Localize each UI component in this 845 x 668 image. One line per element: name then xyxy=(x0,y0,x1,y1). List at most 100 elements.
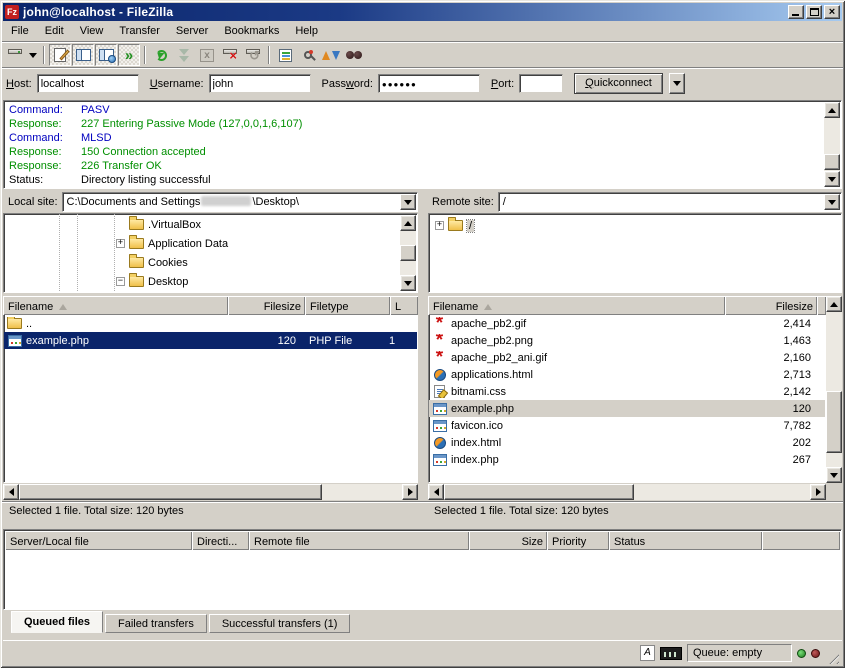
file-row[interactable]: applications.html 2,713 xyxy=(429,366,825,383)
cancel-operation-button[interactable]: x xyxy=(196,44,218,66)
menu-server[interactable]: Server xyxy=(168,23,216,40)
file-row[interactable]: favicon.ico 7,782 xyxy=(429,417,825,434)
column-status[interactable]: Status xyxy=(609,531,762,550)
scroll-left-button[interactable] xyxy=(3,484,19,500)
port-input[interactable] xyxy=(519,74,563,93)
selected-file-row[interactable]: example.php 120 PHP File 1 xyxy=(4,332,417,349)
directory-filters-button[interactable] xyxy=(274,44,296,66)
scroll-down-button[interactable] xyxy=(400,275,416,291)
toggle-message-log-button[interactable] xyxy=(49,44,71,66)
file-row[interactable]: *apache_pb2.gif 2,414 xyxy=(429,315,825,332)
collapse-icon[interactable]: − xyxy=(116,277,125,286)
local-site-dropdown[interactable] xyxy=(400,194,416,210)
scroll-right-button[interactable] xyxy=(402,484,418,500)
local-directory-tree[interactable]: .VirtualBox +Application Data Cookies −D… xyxy=(3,213,418,293)
reconnect-icon: ↺ xyxy=(246,49,260,61)
tree-item-cookies[interactable]: Cookies xyxy=(116,253,188,272)
scroll-thumb[interactable] xyxy=(824,154,840,170)
column-filesize[interactable]: Filesize xyxy=(228,296,305,315)
tab-failed-transfers[interactable]: Failed transfers xyxy=(105,614,207,633)
password-input[interactable] xyxy=(378,74,480,93)
file-row[interactable]: index.html 202 xyxy=(429,434,825,451)
log-scrollbar[interactable] xyxy=(824,102,840,187)
updir-row[interactable]: .. xyxy=(4,315,417,332)
toggle-queue-button[interactable]: » xyxy=(118,44,140,66)
scroll-down-button[interactable] xyxy=(826,467,842,483)
site-manager-dropdown[interactable] xyxy=(27,44,39,66)
toggle-local-tree-button[interactable] xyxy=(72,44,94,66)
column-filename[interactable]: Filename xyxy=(3,296,228,315)
file-row[interactable]: *apache_pb2_ani.gif 2,160 xyxy=(429,349,825,366)
disconnect-button[interactable]: × xyxy=(219,44,241,66)
menu-help[interactable]: Help xyxy=(287,23,326,40)
remote-directory-tree[interactable]: + / xyxy=(428,213,842,293)
expand-icon[interactable]: + xyxy=(116,239,125,248)
scroll-up-button[interactable] xyxy=(826,296,842,312)
tree-item-virtualbox[interactable]: .VirtualBox xyxy=(116,215,201,234)
menu-edit[interactable]: Edit xyxy=(37,23,72,40)
column-filesize[interactable]: Filesize xyxy=(725,296,817,315)
refresh-icon xyxy=(156,50,167,61)
remote-file-list[interactable]: *apache_pb2.gif 2,414 *apache_pb2.png 1,… xyxy=(428,315,826,483)
toggle-remote-tree-button[interactable] xyxy=(95,44,117,66)
local-site-combo[interactable]: C:\Documents and Settings\Desktop\ xyxy=(62,192,418,212)
remote-site-combo[interactable]: / xyxy=(498,192,842,212)
file-row[interactable]: bitnami.css 2,142 xyxy=(429,383,825,400)
synchronized-browsing-button[interactable] xyxy=(320,44,342,66)
quickconnect-button[interactable]: Quickconnect xyxy=(574,73,663,94)
find-files-button[interactable] xyxy=(343,44,365,66)
menu-file[interactable]: File xyxy=(3,23,37,40)
selected-file-row[interactable]: example.php 120 xyxy=(429,400,825,417)
column-remote-file[interactable]: Remote file xyxy=(249,531,469,550)
scroll-up-button[interactable] xyxy=(400,215,416,231)
transfer-queue[interactable]: Server/Local file Directi... Remote file… xyxy=(3,529,842,610)
refresh-button[interactable] xyxy=(150,44,172,66)
minimize-button[interactable] xyxy=(788,5,804,19)
close-button[interactable]: × xyxy=(824,5,840,19)
site-manager-button[interactable] xyxy=(4,44,26,66)
username-input[interactable] xyxy=(209,74,311,93)
column-server-local-file[interactable]: Server/Local file xyxy=(5,531,192,550)
expand-icon[interactable]: + xyxy=(435,221,444,230)
remote-list-scrollbar[interactable] xyxy=(826,296,842,483)
remote-site-dropdown[interactable] xyxy=(824,194,840,210)
scroll-thumb[interactable] xyxy=(826,391,842,453)
compare-directories-button[interactable] xyxy=(297,44,319,66)
scroll-up-button[interactable] xyxy=(824,102,840,118)
tree-item-desktop[interactable]: −Desktop xyxy=(116,272,188,291)
activity-led-red xyxy=(811,649,820,658)
column-size[interactable]: Size xyxy=(469,531,547,550)
maximize-button[interactable] xyxy=(806,5,822,19)
scroll-thumb[interactable] xyxy=(444,484,634,500)
scroll-thumb[interactable] xyxy=(19,484,322,500)
scroll-thumb[interactable] xyxy=(400,245,416,261)
tree-item-root[interactable]: + / xyxy=(435,216,474,235)
menu-transfer[interactable]: Transfer xyxy=(111,23,168,40)
tree-item-application-data[interactable]: +Application Data xyxy=(116,234,228,253)
process-queue-button[interactable] xyxy=(173,44,195,66)
resize-grip[interactable] xyxy=(825,650,839,664)
menu-view[interactable]: View xyxy=(72,23,112,40)
column-last-modified[interactable]: L xyxy=(390,296,418,315)
column-filetype[interactable]: Filetype xyxy=(305,296,390,315)
file-row[interactable]: *apache_pb2.png 1,463 xyxy=(429,332,825,349)
tab-queued-files[interactable]: Queued files xyxy=(11,611,103,633)
scroll-down-button[interactable] xyxy=(824,171,840,187)
local-file-list[interactable]: .. example.php 120 PHP File 1 xyxy=(3,315,418,483)
column-direction[interactable]: Directi... xyxy=(192,531,249,550)
scroll-right-button[interactable] xyxy=(810,484,826,500)
tab-successful-transfers[interactable]: Successful transfers (1) xyxy=(209,614,351,633)
folder-icon xyxy=(129,257,144,268)
local-list-hscrollbar[interactable] xyxy=(3,484,418,500)
remote-list-hscrollbar[interactable] xyxy=(428,484,826,500)
quickconnect-dropdown[interactable] xyxy=(669,73,685,94)
local-tree-scrollbar[interactable] xyxy=(400,215,416,291)
file-row[interactable]: index.php 267 xyxy=(429,451,825,468)
host-input[interactable] xyxy=(37,74,139,93)
column-filename[interactable]: Filename xyxy=(428,296,725,315)
menu-bookmarks[interactable]: Bookmarks xyxy=(216,23,287,40)
title-bar[interactable]: Fz john@localhost - FileZilla × xyxy=(3,3,842,21)
scroll-left-button[interactable] xyxy=(428,484,444,500)
reconnect-button[interactable]: ↺ xyxy=(242,44,264,66)
column-priority[interactable]: Priority xyxy=(547,531,609,550)
